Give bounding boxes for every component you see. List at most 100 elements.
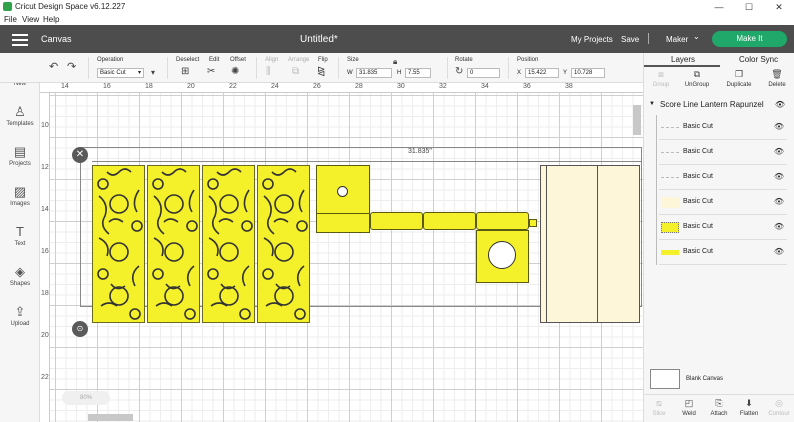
save-button[interactable]: Save: [621, 35, 639, 44]
position-x-input[interactable]: 15.422: [525, 68, 559, 78]
tab-layers[interactable]: Layers: [671, 55, 695, 64]
toolbar-divider: [88, 57, 89, 79]
pos-y-prefix: Y: [563, 70, 568, 76]
maximize-icon[interactable]: ☐: [737, 0, 761, 14]
group-label: Group: [652, 82, 670, 88]
menu-help[interactable]: Help: [43, 15, 59, 24]
templates-button[interactable]: ♙ Templates: [0, 105, 40, 128]
group-button: ⧈ Group: [646, 69, 676, 88]
weld-button[interactable]: ◰ Weld: [674, 398, 704, 417]
cream-back-panel[interactable]: [540, 165, 640, 323]
close-icon[interactable]: ✕: [72, 147, 88, 163]
menu-view[interactable]: View: [22, 15, 39, 24]
scissors-icon[interactable]: ✂: [207, 67, 215, 77]
projects-button[interactable]: ▤ Projects: [0, 144, 40, 168]
layer-row[interactable]: Basic Cut 👁︎: [659, 165, 787, 190]
design-canvas[interactable]: 14 16 18 20 22 24 26 28 30 32 34 36 38 1…: [40, 83, 643, 422]
rotate-input[interactable]: 0: [467, 68, 500, 78]
align-icon: ⫼: [266, 66, 271, 77]
machine-select[interactable]: Maker: [666, 35, 688, 44]
hamburger-menu-icon[interactable]: [12, 34, 28, 46]
width-prefix: W: [347, 70, 353, 76]
lid-strip[interactable]: [370, 212, 423, 230]
score-line: [546, 165, 547, 323]
lock-icon[interactable]: ⊙: [72, 321, 88, 337]
position-y-input[interactable]: 10.728: [571, 68, 605, 78]
eye-icon[interactable]: 👁︎: [774, 197, 784, 206]
redo-icon[interactable]: ↷: [67, 62, 76, 73]
zoom-control[interactable]: 80%: [62, 391, 110, 405]
eye-icon[interactable]: 👁︎: [774, 147, 784, 156]
delete-button[interactable]: 🗑︎ Delete: [762, 69, 792, 88]
eye-icon[interactable]: 👁︎: [774, 122, 784, 131]
ruler-tick: 32: [439, 83, 447, 90]
eye-icon[interactable]: 👁︎: [774, 222, 784, 231]
eye-icon[interactable]: 👁︎: [774, 247, 784, 256]
layer-row[interactable]: Basic Cut 👁︎: [659, 115, 787, 140]
attach-button[interactable]: ⎘ Attach: [704, 398, 734, 417]
lantern-panel[interactable]: [147, 165, 200, 323]
width-input[interactable]: 31.835: [356, 68, 392, 78]
lid-strip[interactable]: [423, 212, 476, 230]
blank-canvas-row[interactable]: Blank Canvas: [649, 369, 790, 391]
lock-icon[interactable]: 🔒︎: [393, 57, 397, 67]
layer-thumbnail: [661, 147, 679, 158]
text-button[interactable]: T Text: [0, 224, 40, 248]
toolbar-divider: [447, 57, 448, 79]
chevron-down-icon[interactable]: ⌄: [693, 32, 700, 41]
shapes-label: Shapes: [9, 281, 31, 287]
eye-icon[interactable]: 👁︎: [774, 172, 784, 181]
offset-icon[interactable]: ✺: [231, 67, 239, 77]
layer-row[interactable]: Basic Cut 👁︎: [659, 140, 787, 165]
flatten-button[interactable]: ⬇ Flatten: [734, 398, 764, 417]
projects-icon: ▤: [13, 144, 27, 159]
lantern-panel[interactable]: [257, 165, 310, 323]
ruler-tick: 10: [41, 122, 49, 129]
make-it-button[interactable]: Make It: [712, 31, 787, 47]
layer-group-header[interactable]: ▼ Score Line Lantern Rapunzel 👁︎: [644, 98, 794, 112]
deselect-icon[interactable]: ⊞: [181, 67, 189, 77]
lace-pattern-svg: [207, 168, 253, 320]
flip-label: Flip: [318, 57, 328, 63]
ruler-tick: 12: [41, 164, 49, 171]
images-button[interactable]: ▨ Images: [0, 185, 40, 208]
arrange-label: Arrange: [288, 57, 310, 63]
layer-row[interactable]: Basic Cut 👁︎: [659, 215, 787, 240]
document-title[interactable]: Untitled*: [300, 34, 338, 45]
layer-row[interactable]: Basic Cut 👁︎: [659, 190, 787, 215]
ungroup-button[interactable]: ⧉ UnGroup: [682, 69, 712, 88]
lantern-panel[interactable]: [202, 165, 255, 323]
operation-select[interactable]: Basic Cut ▾: [97, 68, 144, 78]
caret-down-icon[interactable]: ▼: [649, 101, 655, 107]
my-projects-link[interactable]: My Projects: [571, 35, 613, 44]
lantern-panel[interactable]: [92, 165, 145, 323]
layer-list: Basic Cut 👁︎ Basic Cut 👁︎ Basic Cut 👁︎ B…: [659, 115, 787, 265]
upload-label: Upload: [10, 321, 30, 327]
layer-name: Basic Cut: [683, 148, 713, 155]
flip-icon[interactable]: ⧎: [317, 67, 325, 77]
close-window-icon[interactable]: ✕: [767, 0, 791, 14]
horizontal-scrollbar[interactable]: [88, 414, 133, 421]
weld-icon: ◰: [684, 398, 694, 408]
upload-icon: ⇪: [14, 304, 26, 319]
rotate-icon[interactable]: ↻: [455, 67, 463, 77]
lid-strip-end[interactable]: [529, 219, 537, 227]
layers-panel: Layers Color Sync ⧈ Group ⧉ UnGroup ❐ Du…: [643, 53, 794, 422]
operation-color-icon[interactable]: ▾: [151, 68, 155, 78]
undo-icon[interactable]: ↶: [49, 62, 58, 73]
flatten-label: Flatten: [739, 411, 759, 417]
layer-row[interactable]: Basic Cut 👁︎: [659, 240, 787, 265]
duplicate-button[interactable]: ❐ Duplicate: [724, 69, 754, 88]
menu-file[interactable]: File: [4, 15, 17, 24]
shapes-button[interactable]: ◈ Shapes: [0, 265, 40, 288]
minimize-icon[interactable]: —: [707, 0, 731, 14]
lid-strip[interactable]: [476, 212, 529, 230]
blank-canvas-swatch[interactable]: [650, 369, 680, 389]
text-icon: T: [16, 224, 24, 239]
height-input[interactable]: 7.55: [405, 68, 431, 78]
tab-color-sync[interactable]: Color Sync: [739, 55, 778, 64]
vertical-scrollbar[interactable]: [633, 105, 641, 135]
upload-button[interactable]: ⇪ Upload: [0, 304, 40, 328]
lid-tab[interactable]: [316, 213, 370, 233]
eye-icon[interactable]: 👁︎: [775, 100, 785, 109]
